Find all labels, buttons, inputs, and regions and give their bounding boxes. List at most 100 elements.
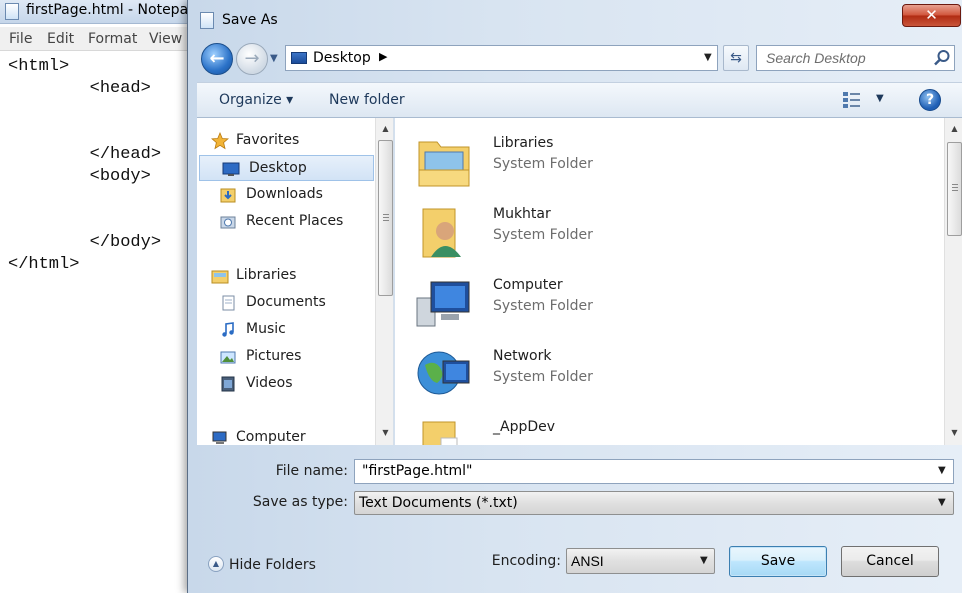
cancel-button[interactable]: Cancel	[841, 546, 939, 577]
encoding-dropdown-icon[interactable]: ▼	[700, 555, 708, 566]
address-bar[interactable]: Desktop ▶ ▼	[285, 45, 718, 71]
network-icon	[417, 351, 470, 395]
refresh-icon[interactable]: ⇆	[723, 45, 749, 71]
organize-button[interactable]: Organize ▾	[219, 92, 293, 108]
menu-edit[interactable]: Edit	[47, 31, 74, 47]
computer-icon	[212, 431, 227, 444]
file-type: System Folder	[493, 227, 593, 243]
nav-item-recent-places[interactable]: Recent Places	[197, 209, 372, 235]
list-item[interactable]: Network System Folder	[415, 343, 915, 409]
address-location[interactable]: Desktop	[313, 50, 371, 66]
file-name: Libraries	[493, 135, 554, 151]
recent-places-icon	[220, 216, 236, 229]
desktop-icon	[222, 162, 240, 176]
menu-file[interactable]: File	[9, 31, 32, 47]
file-type: System Folder	[493, 156, 593, 172]
nav-computer[interactable]: Computer	[197, 425, 372, 445]
notepad-title: firstPage.html - Notepad	[26, 2, 198, 18]
views-icon[interactable]	[842, 91, 862, 109]
file-type: System Folder	[493, 369, 593, 385]
nav-item-documents[interactable]: Documents	[197, 290, 372, 316]
folder-icon	[422, 421, 458, 445]
encoding-select[interactable]: ANSI	[566, 548, 715, 574]
address-dropdown-icon[interactable]: ▼	[704, 52, 712, 63]
notepad-icon	[200, 12, 214, 29]
nav-scrollbar[interactable]: ▲ ▼	[375, 118, 393, 445]
list-item[interactable]: Libraries System Folder	[415, 130, 915, 196]
menu-view[interactable]: View	[149, 31, 182, 47]
scroll-down-icon[interactable]: ▼	[945, 424, 962, 442]
file-type: System Folder	[493, 298, 593, 314]
nav-item-label: Desktop	[249, 160, 307, 176]
file-name-dropdown-icon[interactable]: ▼	[938, 465, 946, 476]
file-list-scrollbar[interactable]: ▲ ▼	[944, 118, 962, 445]
menu-format[interactable]: Format	[88, 31, 137, 47]
encoding-label: Encoding:	[491, 553, 561, 569]
documents-icon	[222, 295, 235, 311]
nav-item-music[interactable]: Music	[197, 317, 372, 343]
nav-favorites-label: Favorites	[236, 132, 300, 148]
file-name: _AppDev	[493, 419, 556, 435]
save-type-select[interactable]: Text Documents (*.txt)	[354, 491, 954, 515]
desktop-icon	[291, 52, 307, 64]
file-name-label: File name:	[275, 463, 348, 479]
list-item[interactable]: Mukhtar System Folder	[415, 201, 915, 267]
file-name: Computer	[493, 277, 563, 293]
nav-item-label: Documents	[246, 294, 326, 310]
save-button[interactable]: Save	[729, 546, 827, 577]
nav-item-videos[interactable]: Videos	[197, 371, 372, 397]
computer-icon	[416, 281, 470, 327]
navigation-pane: Favorites Desktop Downloads Recent Place…	[197, 118, 394, 445]
history-dropdown-icon[interactable]: ▼	[270, 53, 278, 64]
close-button[interactable]: ✕	[902, 4, 961, 27]
file-name: Mukhtar	[493, 206, 551, 222]
nav-item-desktop[interactable]: Desktop	[199, 155, 374, 181]
command-bar: Organize ▾ New folder ▼ ?	[197, 82, 962, 118]
nav-favorites[interactable]: Favorites	[197, 128, 372, 154]
file-name-field[interactable]: "firstPage.html"	[354, 459, 954, 484]
nav-item-label: Downloads	[246, 186, 323, 202]
save-type-dropdown-icon[interactable]: ▼	[938, 497, 946, 508]
nav-libraries[interactable]: Libraries	[197, 263, 372, 289]
videos-icon	[221, 376, 235, 392]
library-icon	[211, 270, 229, 284]
nav-libraries-label: Libraries	[236, 267, 297, 283]
nav-item-label: Pictures	[246, 348, 302, 364]
back-arrow-icon[interactable]: ←	[201, 43, 233, 75]
help-icon[interactable]: ?	[919, 89, 941, 111]
scroll-up-icon[interactable]: ▲	[945, 120, 962, 138]
user-folder-icon	[422, 208, 461, 258]
scroll-down-icon[interactable]: ▼	[376, 424, 393, 442]
breadcrumb-arrow-icon[interactable]: ▶	[379, 50, 387, 63]
search-icon[interactable]	[933, 49, 951, 67]
nav-item-pictures[interactable]: Pictures	[197, 344, 372, 370]
list-item[interactable]: Computer System Folder	[415, 272, 915, 338]
downloads-folder-icon	[220, 188, 236, 203]
dialog-title: Save As	[222, 12, 278, 28]
views-dropdown-icon[interactable]: ▼	[876, 93, 884, 104]
star-icon	[211, 132, 229, 150]
save-as-dialog: Save As ✕ ← → ▼ Desktop ▶ ▼ ⇆ Search Des…	[187, 0, 962, 593]
file-list: Libraries System Folder Mukhtar System F…	[395, 118, 962, 445]
library-icon	[418, 141, 470, 187]
nav-item-label: Videos	[246, 375, 293, 391]
nav-item-label: Music	[246, 321, 286, 337]
file-name: Network	[493, 348, 552, 364]
chevron-up-icon[interactable]: ▲	[208, 556, 224, 572]
notepad-text-area[interactable]: <html> <head> </head> <body> </body> </h…	[8, 56, 161, 276]
nav-item-downloads[interactable]: Downloads	[197, 182, 372, 208]
list-item[interactable]: _AppDev	[415, 414, 915, 445]
nav-item-label: Recent Places	[246, 213, 344, 229]
search-input[interactable]: Search Desktop	[756, 45, 955, 71]
forward-arrow-icon[interactable]: →	[236, 43, 268, 75]
notepad-icon	[5, 3, 19, 20]
scroll-thumb[interactable]	[378, 140, 393, 296]
music-icon	[222, 322, 234, 337]
pictures-icon	[220, 351, 236, 364]
nav-computer-label: Computer	[236, 429, 306, 445]
scroll-thumb[interactable]	[947, 142, 962, 236]
save-type-label: Save as type:	[252, 494, 348, 510]
new-folder-button[interactable]: New folder	[329, 92, 405, 108]
scroll-up-icon[interactable]: ▲	[376, 120, 393, 138]
hide-folders-button[interactable]: Hide Folders	[229, 557, 316, 573]
